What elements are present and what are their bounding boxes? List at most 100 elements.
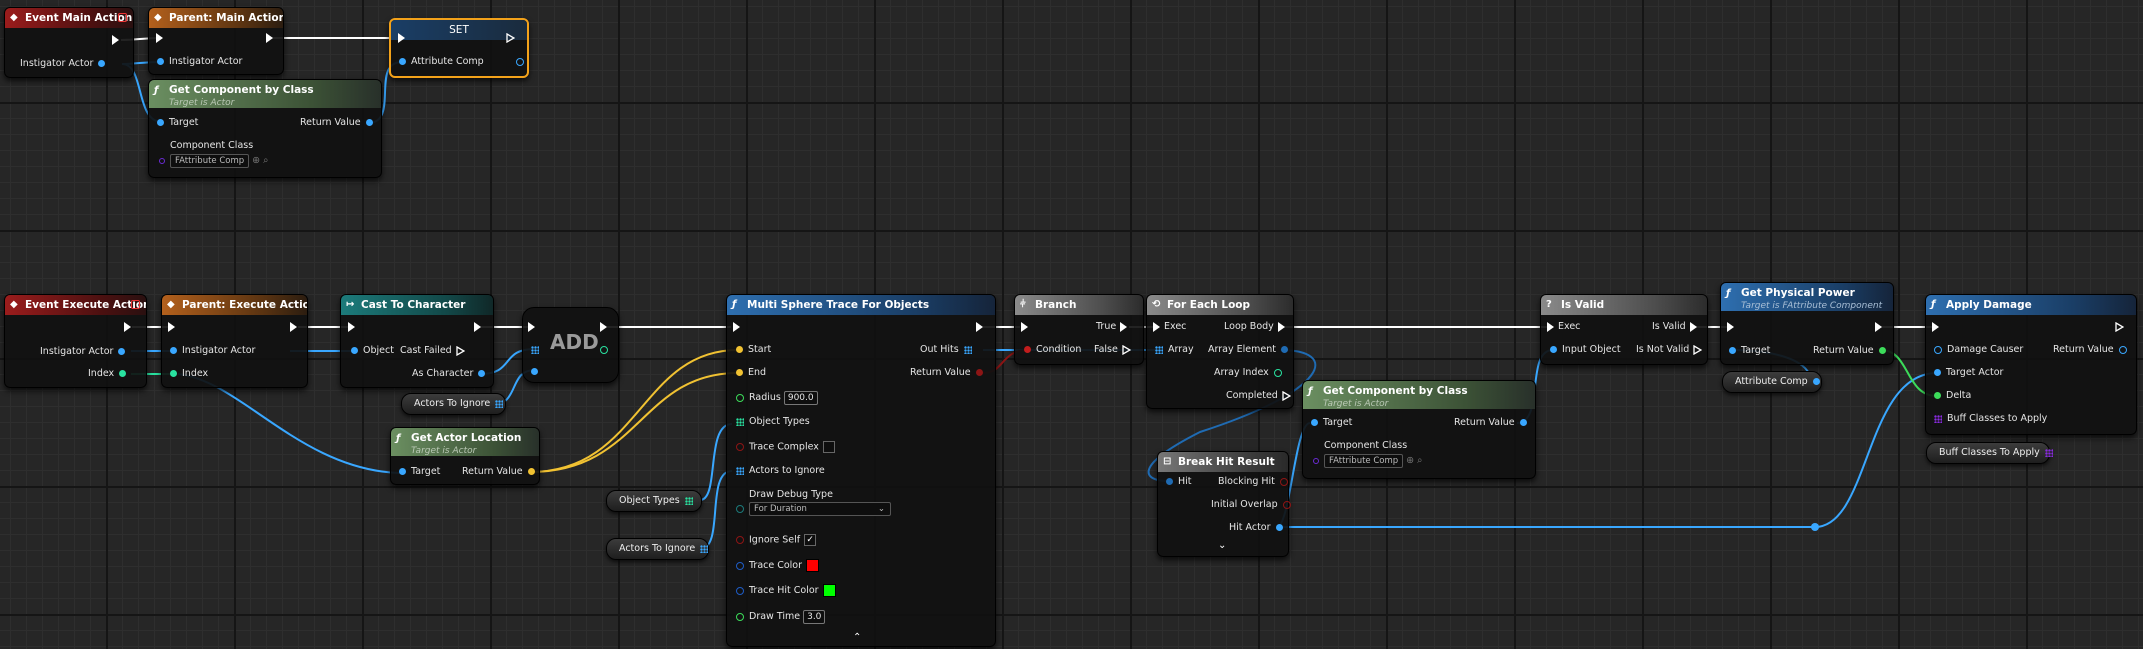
input-object-input-pin[interactable]: Input Object xyxy=(1545,344,1621,356)
browse-icon[interactable]: ⊕ ⌕ xyxy=(252,155,268,166)
trace-hit-color-input-pin[interactable]: Trace Hit Color xyxy=(731,584,836,597)
return-value-output-pin[interactable]: Return Value xyxy=(2053,344,2132,356)
object-types-variable[interactable]: Object Types xyxy=(606,490,702,512)
exec-output-pin[interactable] xyxy=(2111,321,2128,333)
array-pin-icon[interactable] xyxy=(2044,448,2053,457)
browse-icon[interactable]: ⊕ ⌕ xyxy=(1406,455,1422,466)
exec-input-pin[interactable]: Exec xyxy=(1149,321,1186,333)
class-dropdown[interactable]: FAttribute Comp xyxy=(1324,454,1404,468)
trace-hit-color-swatch[interactable] xyxy=(822,584,836,597)
blocking-hit-output-pin[interactable]: Blocking Hit xyxy=(1218,476,1293,488)
exec-output-pin[interactable] xyxy=(262,32,277,44)
exec-output-pin[interactable] xyxy=(120,321,135,333)
hit-input-pin[interactable]: Hit xyxy=(1161,476,1192,488)
draw-debug-type-input-pin[interactable]: For Duration ⌄ xyxy=(731,502,891,516)
target-input-pin[interactable]: Target xyxy=(1724,345,1770,357)
false-output-pin[interactable]: False xyxy=(1094,344,1135,356)
exec-input-pin[interactable] xyxy=(1723,321,1738,333)
trace-color-swatch[interactable] xyxy=(806,559,820,572)
ignore-self-checkbox[interactable]: ✓ xyxy=(804,534,817,546)
delegate-pin-icon[interactable] xyxy=(118,13,127,22)
exec-input-pin[interactable] xyxy=(344,321,359,333)
exec-input-pin[interactable] xyxy=(394,32,409,44)
true-output-pin[interactable]: True xyxy=(1096,321,1131,333)
instigator-actor-output-pin[interactable]: Instigator Actor xyxy=(20,58,110,70)
exec-input-pin[interactable] xyxy=(164,321,179,333)
exec-input-pin[interactable] xyxy=(524,321,539,333)
trace-complex-checkbox[interactable] xyxy=(822,441,835,453)
array-pin-icon[interactable] xyxy=(495,399,504,408)
return-value-output-pin[interactable]: Return Value xyxy=(1813,345,1891,357)
array-pin-icon[interactable] xyxy=(700,544,709,553)
exec-input-pin[interactable] xyxy=(1928,321,1943,333)
trace-color-input-pin[interactable]: Trace Color xyxy=(731,559,820,572)
expand-arrow-icon[interactable]: ⌄ xyxy=(1218,540,1226,551)
radius-field[interactable]: 900.0 xyxy=(783,391,818,405)
buff-classes-variable[interactable]: Buff Classes To Apply xyxy=(1926,442,2053,464)
array-element-output-pin[interactable]: Array Element xyxy=(1208,344,1293,356)
radius-input-pin[interactable]: Radius 900.0 xyxy=(731,391,818,405)
exec-input-pin[interactable]: Exec xyxy=(1543,321,1580,333)
actors-to-ignore-variable[interactable]: Actors To Ignore xyxy=(401,393,506,415)
array-index-output-pin[interactable]: Array Index xyxy=(1214,367,1287,379)
exec-input-pin[interactable] xyxy=(729,321,744,333)
draw-debug-dropdown[interactable]: For Duration ⌄ xyxy=(749,502,891,516)
draw-time-input-pin[interactable]: Draw Time 3.0 xyxy=(731,610,826,624)
exec-output-pin[interactable] xyxy=(502,32,519,44)
instigator-actor-input-pin[interactable]: Instigator Actor xyxy=(165,345,255,357)
return-value-output-pin[interactable]: Return Value xyxy=(462,466,540,478)
attribute-comp-input-pin[interactable]: Attribute Comp xyxy=(394,56,529,68)
condition-input-pin[interactable]: Condition xyxy=(1019,344,1081,356)
return-value-output-pin[interactable]: Return Value xyxy=(300,117,378,129)
out-hits-output-pin[interactable]: Out Hits xyxy=(920,344,977,356)
is-valid-output-pin[interactable]: Is Valid xyxy=(1652,321,1701,333)
is-not-valid-output-pin[interactable]: Is Not Valid xyxy=(1636,344,1706,356)
exec-output-pin[interactable] xyxy=(1871,321,1886,333)
hit-actor-output-pin[interactable]: Hit Actor xyxy=(1229,522,1288,534)
index-output-pin[interactable] xyxy=(595,344,613,356)
ignore-self-input-pin[interactable]: Ignore Self ✓ xyxy=(731,534,817,547)
component-class-selector[interactable]: FAttribute Comp ⊕ ⌕ xyxy=(1308,454,1422,468)
loop-body-output-pin[interactable]: Loop Body xyxy=(1224,321,1289,333)
exec-output-pin[interactable] xyxy=(286,321,301,333)
instigator-actor-input-pin[interactable]: Instigator Actor xyxy=(152,56,242,68)
delegate-pin-icon[interactable] xyxy=(131,300,140,309)
collapse-arrow-icon[interactable]: ⌃ xyxy=(853,632,861,643)
instigator-actor-output-pin[interactable]: Instigator Actor xyxy=(40,346,130,358)
object-pin-icon[interactable] xyxy=(1812,378,1820,385)
component-class-input-pin[interactable]: Component Class xyxy=(1306,440,1407,452)
set-attribute-comp-node[interactable]: SET xyxy=(389,18,529,78)
new-item-input-pin[interactable] xyxy=(526,366,543,378)
target-input-pin[interactable]: Target xyxy=(394,466,440,478)
trace-complex-input-pin[interactable]: Trace Complex xyxy=(731,441,835,454)
exec-output-pin[interactable] xyxy=(972,321,987,333)
object-types-input-pin[interactable]: Object Types xyxy=(731,416,810,428)
exec-output-pin[interactable] xyxy=(108,34,123,46)
draw-time-field[interactable]: 3.0 xyxy=(803,610,826,624)
attribute-comp-variable[interactable]: Attribute Comp xyxy=(1722,371,1822,393)
end-input-pin[interactable]: End xyxy=(731,367,766,379)
return-value-output-pin[interactable]: Return Value xyxy=(1454,417,1532,429)
actors-to-ignore-variable[interactable]: Actors To Ignore xyxy=(606,538,709,560)
delta-input-pin[interactable]: Delta xyxy=(1929,390,1971,402)
initial-overlap-output-pin[interactable]: Initial Overlap xyxy=(1211,499,1296,511)
array-pin-icon[interactable] xyxy=(684,496,693,505)
class-dropdown[interactable]: FAttribute Comp xyxy=(170,154,250,168)
exec-input-pin[interactable] xyxy=(152,32,167,44)
as-character-output-pin[interactable]: As Character xyxy=(412,368,490,380)
return-value-output-pin[interactable]: Return Value xyxy=(910,367,988,379)
buff-classes-input-pin[interactable]: Buff Classes to Apply xyxy=(1929,413,2047,425)
index-output-pin[interactable]: Index xyxy=(88,368,131,380)
array-input-pin[interactable]: Array xyxy=(1150,344,1194,356)
start-input-pin[interactable]: Start xyxy=(731,344,771,356)
exec-output-pin[interactable] xyxy=(596,321,611,333)
target-input-pin[interactable]: Target xyxy=(152,117,198,129)
completed-output-pin[interactable]: Completed xyxy=(1226,390,1295,402)
index-input-pin[interactable]: Index xyxy=(165,368,208,380)
target-actor-input-pin[interactable]: Target Actor xyxy=(1929,367,2003,379)
actors-to-ignore-input-pin[interactable]: Actors to Ignore xyxy=(731,465,825,477)
exec-input-pin[interactable] xyxy=(1017,321,1032,333)
attribute-comp-output-pin[interactable] xyxy=(515,57,524,66)
exec-output-pin[interactable] xyxy=(470,321,485,333)
component-class-input-pin[interactable]: Component Class xyxy=(152,140,253,152)
